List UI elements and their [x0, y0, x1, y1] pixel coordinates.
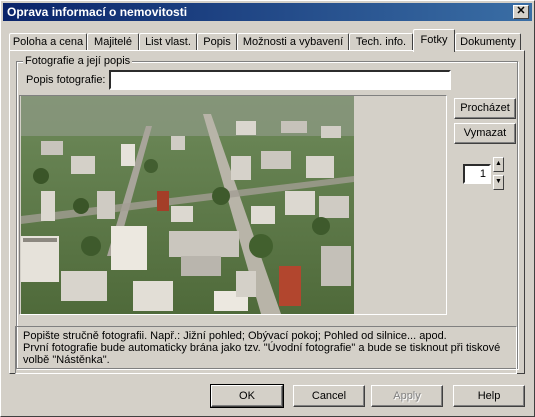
close-icon: ✕: [516, 5, 526, 17]
help-button[interactable]: Help: [453, 385, 525, 407]
spin-down-button[interactable]: ▼: [493, 175, 504, 190]
title-bar[interactable]: Oprava informací o nemovitosti ✕: [3, 3, 532, 21]
tab-label: Poloha a cena: [12, 36, 84, 48]
photo-frame: [19, 95, 447, 315]
tab-moznosti-a-vybaveni[interactable]: Možnosti a vybavení: [237, 33, 349, 51]
browse-button[interactable]: Procházet: [454, 98, 516, 119]
tab-dokumenty[interactable]: Dokumenty: [455, 33, 521, 51]
tab-list-vlast[interactable]: List vlast.: [139, 33, 197, 51]
tab-poloha-a-cena[interactable]: Poloha a cena: [9, 33, 87, 51]
tab-majitele[interactable]: Majitelé: [87, 33, 139, 51]
close-button[interactable]: ✕: [513, 5, 529, 19]
caption-input[interactable]: [109, 70, 451, 90]
arrow-up-icon: ▲: [495, 160, 502, 167]
tab-tech-info[interactable]: Tech. info.: [349, 33, 413, 51]
help-line-1: Popište stručně fotografii. Např.: Jižní…: [23, 330, 447, 342]
help-text-box: Popište stručně fotografii. Např.: Jižní…: [15, 326, 517, 374]
arrow-down-icon: ▼: [495, 178, 502, 185]
help-line-2: První fotografie bude automaticky brána …: [23, 342, 501, 354]
tab-label: Popis: [203, 36, 231, 48]
apply-button: Apply: [371, 385, 443, 407]
aerial-city-photo-icon: [21, 96, 354, 314]
delete-button[interactable]: Vymazat: [454, 123, 516, 144]
tab-popis[interactable]: Popis: [197, 33, 237, 51]
caption-label: Popis fotografie:: [26, 74, 106, 86]
tab-label: Tech. info.: [355, 36, 407, 48]
group-title: Fotografie a její popis: [23, 55, 133, 68]
window-title: Oprava informací o nemovitosti: [7, 5, 188, 19]
cancel-button[interactable]: Cancel: [293, 385, 365, 407]
help-line-3: volbě "Nástěnka".: [23, 354, 110, 366]
tab-label: Dokumenty: [460, 36, 516, 48]
tab-fotky[interactable]: Fotky: [413, 29, 455, 52]
spin-up-button[interactable]: ▲: [493, 157, 504, 172]
tab-label: List vlast.: [145, 36, 191, 48]
ok-button[interactable]: OK: [210, 384, 284, 408]
dialog-window: Oprava informací o nemovitosti ✕ Poloha …: [0, 0, 535, 417]
photo-index-field[interactable]: 1: [463, 164, 491, 184]
tab-label: Majitelé: [94, 36, 132, 48]
tab-label: Fotky: [420, 34, 448, 46]
tab-label: Možnosti a vybavení: [242, 36, 344, 48]
photo-index-value: 1: [479, 168, 486, 180]
